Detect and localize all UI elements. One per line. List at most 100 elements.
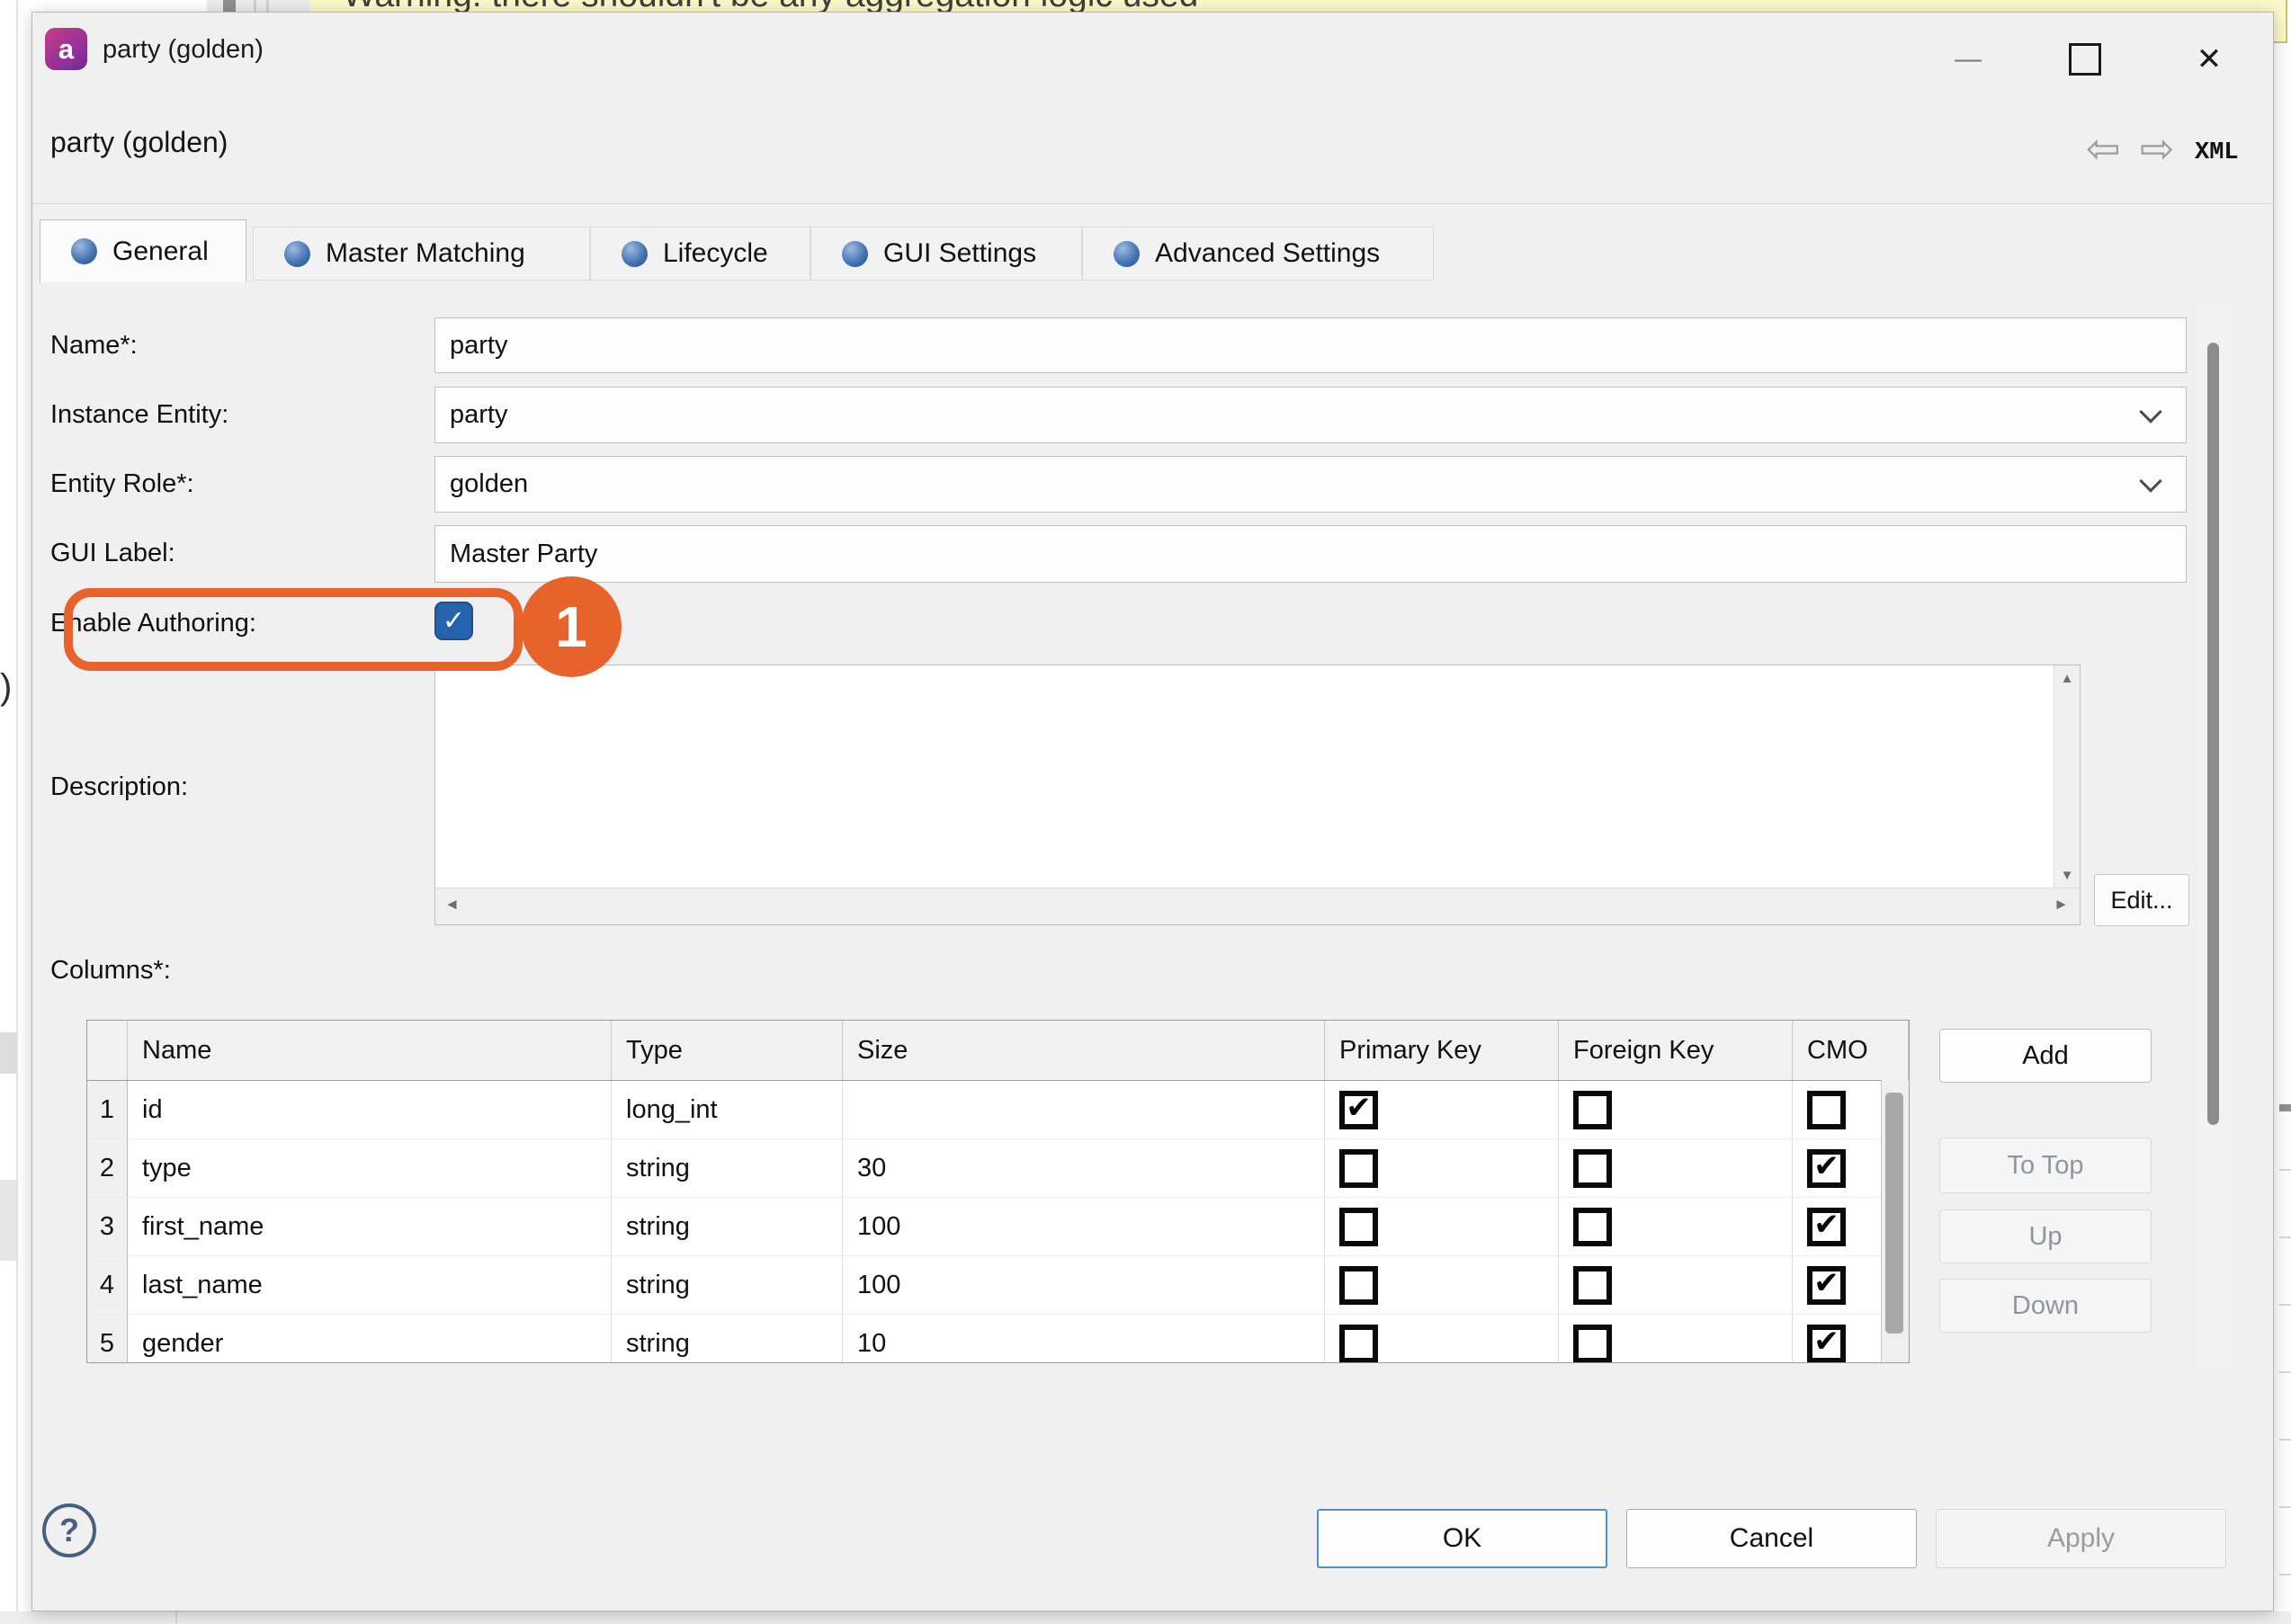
- xml-view-button[interactable]: XML: [2195, 139, 2239, 166]
- column-header-type[interactable]: Type: [612, 1021, 843, 1080]
- dialog-scrollbar-thumb[interactable]: [2207, 343, 2219, 1125]
- back-arrow-icon[interactable]: ⇦: [2086, 128, 2121, 169]
- description-textarea[interactable]: ▲ ▼ ◄ ►: [434, 665, 2081, 925]
- column-header-size[interactable]: Size: [843, 1021, 1325, 1080]
- table-vertical-scrollbar[interactable]: [1881, 1080, 1909, 1362]
- foreign-key-checkbox[interactable]: ✔: [1573, 1266, 1612, 1305]
- foreign-key-checkbox[interactable]: ✔: [1573, 1091, 1612, 1129]
- scroll-right-icon[interactable]: ►: [2054, 896, 2069, 914]
- instance-entity-combobox[interactable]: party: [434, 387, 2187, 443]
- name-input[interactable]: [434, 317, 2187, 373]
- cell-size: 100: [843, 1198, 1325, 1255]
- cmo-checkbox[interactable]: ✔: [1807, 1149, 1846, 1188]
- row-number: 1: [87, 1081, 128, 1138]
- cell-name: last_name: [128, 1256, 612, 1314]
- column-header-primary-key[interactable]: Primary Key: [1325, 1021, 1559, 1080]
- maximize-icon: [2069, 43, 2101, 76]
- cell-name: first_name: [128, 1198, 612, 1255]
- foreign-key-checkbox[interactable]: ✔: [1573, 1208, 1612, 1246]
- column-header-name[interactable]: Name: [128, 1021, 612, 1080]
- apply-button[interactable]: Apply: [1936, 1509, 2226, 1568]
- button-label: OK: [1443, 1523, 1481, 1554]
- primary-key-checkbox[interactable]: ✔: [1339, 1266, 1378, 1305]
- chevron-down-icon: [2139, 400, 2161, 423]
- description-vertical-scrollbar[interactable]: ▲ ▼: [2054, 665, 2080, 888]
- cmo-checkbox[interactable]: ✔: [1807, 1091, 1846, 1129]
- minimize-button[interactable]: —: [1946, 38, 1990, 81]
- tab-gui-settings[interactable]: GUI Settings: [810, 227, 1082, 281]
- tab-label: Lifecycle: [663, 238, 768, 269]
- background-fragment: [0, 1032, 16, 1074]
- move-up-button[interactable]: Up: [1939, 1209, 2152, 1263]
- edit-description-button[interactable]: Edit...: [2094, 874, 2189, 926]
- table-header-row: Name Type Size Primary Key Foreign Key C…: [87, 1021, 1909, 1081]
- background-divider: [254, 0, 256, 12]
- cell-name: id: [128, 1081, 612, 1138]
- table-row[interactable]: 5 gender string 10 ✔ ✔ ✔: [87, 1315, 1909, 1363]
- cell-type: string: [612, 1139, 843, 1197]
- tab-lifecycle[interactable]: Lifecycle: [590, 227, 810, 281]
- tab-label: General: [112, 236, 209, 267]
- background-window-edge: [16, 0, 18, 1624]
- table-scrollbar-thumb[interactable]: [1885, 1093, 1903, 1334]
- primary-key-checkbox[interactable]: ✔: [1339, 1149, 1378, 1188]
- button-label: Up: [2028, 1222, 2062, 1252]
- table-row[interactable]: 2 type string 30 ✔ ✔ ✔: [87, 1139, 1909, 1198]
- primary-key-checkbox[interactable]: ✔: [1339, 1091, 1378, 1129]
- to-top-button[interactable]: To Top: [1939, 1138, 2152, 1193]
- column-header-foreign-key[interactable]: Foreign Key: [1559, 1021, 1793, 1080]
- header-separator: [32, 203, 2275, 204]
- help-icon: ?: [59, 1512, 79, 1549]
- tab-bullet-icon: [842, 241, 868, 267]
- move-down-button[interactable]: Down: [1939, 1279, 2152, 1333]
- background-divider: [266, 0, 269, 12]
- instance-entity-value: party: [450, 400, 507, 430]
- table-row[interactable]: 4 last_name string 100 ✔ ✔ ✔: [87, 1256, 1909, 1315]
- tab-general[interactable]: General: [40, 219, 246, 282]
- cmo-checkbox[interactable]: ✔: [1807, 1208, 1846, 1246]
- tab-master-matching[interactable]: Master Matching: [253, 227, 590, 281]
- scroll-left-icon[interactable]: ◄: [444, 896, 460, 914]
- cell-size: 100: [843, 1256, 1325, 1314]
- cell-type: string: [612, 1315, 843, 1363]
- row-number: 3: [87, 1198, 128, 1255]
- cmo-checkbox[interactable]: ✔: [1807, 1266, 1846, 1305]
- table-row[interactable]: 1 id long_int ✔ ✔ ✔: [87, 1081, 1909, 1139]
- button-label: To Top: [2008, 1151, 2084, 1181]
- tab-label: Advanced Settings: [1155, 238, 1380, 269]
- button-label: Apply: [2047, 1523, 2115, 1554]
- annotation-highlight-rect: [64, 588, 523, 671]
- tab-bullet-icon: [284, 241, 310, 267]
- table-row[interactable]: 3 first_name string 100 ✔ ✔ ✔: [87, 1198, 1909, 1256]
- cmo-checkbox[interactable]: ✔: [1807, 1325, 1846, 1363]
- foreign-key-checkbox[interactable]: ✔: [1573, 1149, 1612, 1188]
- check-icon: ✔: [1813, 1148, 1839, 1184]
- background-code-fragment: ): [0, 667, 12, 708]
- primary-key-checkbox[interactable]: ✔: [1339, 1208, 1378, 1246]
- foreign-key-checkbox[interactable]: ✔: [1573, 1325, 1612, 1363]
- scroll-down-icon[interactable]: ▼: [2054, 868, 2080, 883]
- background-table-line: [2279, 1304, 2291, 1306]
- cancel-button[interactable]: Cancel: [1626, 1509, 1917, 1568]
- forward-arrow-icon[interactable]: ⇨: [2140, 128, 2175, 169]
- cell-type: string: [612, 1198, 843, 1255]
- background-scrollbar-thumb: [223, 0, 236, 12]
- entity-role-combobox[interactable]: golden: [434, 456, 2187, 513]
- background-table-sliver: [2279, 43, 2291, 1611]
- columns-label: Columns*:: [50, 956, 171, 986]
- close-button[interactable]: ✕: [2188, 38, 2231, 81]
- help-button[interactable]: ?: [42, 1504, 96, 1557]
- screen: Warning: there shouldn't be any aggregat…: [0, 0, 2291, 1624]
- window-title: party (golden): [103, 35, 264, 65]
- column-header-cmo[interactable]: CMO: [1793, 1021, 1909, 1080]
- description-label: Description:: [50, 772, 188, 802]
- gui-label-input[interactable]: [434, 525, 2187, 583]
- maximize-button[interactable]: [2063, 38, 2107, 81]
- scroll-up-icon[interactable]: ▲: [2054, 671, 2080, 686]
- ok-button[interactable]: OK: [1317, 1509, 1607, 1568]
- primary-key-checkbox[interactable]: ✔: [1339, 1325, 1378, 1363]
- description-horizontal-scrollbar[interactable]: ◄ ►: [435, 888, 2080, 924]
- annotation-step-badge: 1: [521, 576, 622, 677]
- tab-advanced-settings[interactable]: Advanced Settings: [1082, 227, 1434, 281]
- add-column-button[interactable]: Add: [1939, 1029, 2152, 1083]
